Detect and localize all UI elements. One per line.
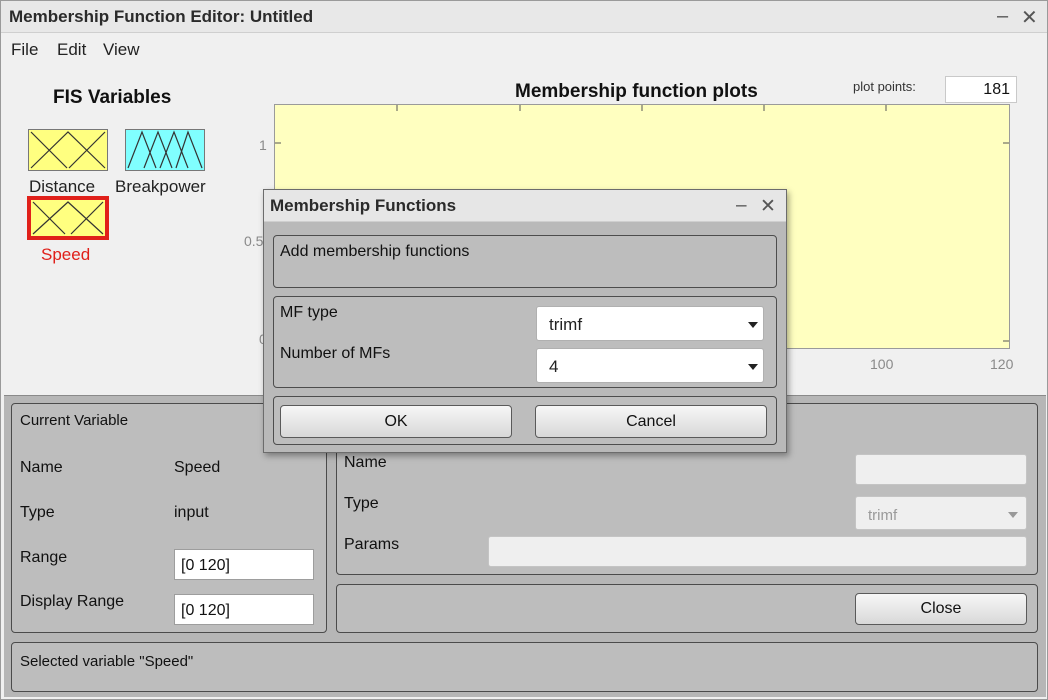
mf-type-label-dialog: MF type: [280, 304, 338, 321]
dialog-instruction: Add membership functions: [280, 243, 470, 260]
variable-breakpower-label[interactable]: Breakpower: [115, 177, 206, 197]
menu-edit[interactable]: Edit: [57, 40, 86, 60]
mf-type-select[interactable]: trimf: [855, 496, 1027, 530]
display-range-label: Display Range: [20, 593, 125, 610]
plot-points-input[interactable]: 181: [945, 76, 1017, 103]
variable-speed-icon[interactable]: [27, 196, 109, 240]
close-group: Close: [336, 584, 1038, 633]
variable-distance-label[interactable]: Distance: [29, 177, 95, 197]
status-text: Selected variable "Speed": [20, 653, 194, 670]
membership-function-editor-window: Membership Function Editor: Untitled – ✕…: [0, 0, 1048, 700]
dialog-instruction-group: Add membership functions: [273, 235, 777, 288]
status-bar: Selected variable "Speed": [11, 642, 1038, 692]
menu-bar: File Edit View: [1, 34, 1047, 64]
params-input[interactable]: [488, 536, 1027, 567]
current-variable-header: Current Variable: [20, 412, 129, 429]
display-range-input[interactable]: [0 120]: [174, 594, 314, 625]
range-input[interactable]: [0 120]: [174, 549, 314, 580]
chevron-down-icon: [748, 322, 758, 328]
dialog-title: Membership Functions: [270, 196, 457, 215]
membership-functions-dialog: Membership Functions – ✕ Add membership …: [263, 189, 787, 453]
variable-distance-icon[interactable]: [28, 129, 108, 171]
x-tick-120: 120: [990, 356, 1014, 372]
dialog-options-group: MF type trimf Number of MFs 4: [273, 296, 777, 388]
menu-view[interactable]: View: [103, 40, 140, 60]
cancel-button[interactable]: Cancel: [535, 405, 767, 438]
close-button[interactable]: Close: [855, 593, 1027, 625]
close-icon[interactable]: ✕: [1021, 5, 1038, 30]
num-mfs-dropdown[interactable]: 4: [536, 348, 764, 383]
mf-name-label: Name: [344, 454, 387, 471]
mf-name-input[interactable]: [855, 454, 1027, 485]
dialog-buttons-group: OK Cancel: [273, 396, 777, 445]
x-tick-100: 100: [870, 356, 894, 372]
minimize-icon[interactable]: –: [997, 5, 1008, 28]
window-title: Membership Function Editor: Untitled: [9, 7, 314, 26]
plot-title: Membership function plots: [515, 81, 758, 102]
name-value: Speed: [174, 459, 221, 476]
plot-points-label: plot points:: [853, 79, 916, 94]
range-label: Range: [20, 549, 68, 566]
name-label: Name: [20, 459, 63, 476]
variable-speed-label[interactable]: Speed: [41, 245, 90, 265]
type-value: input: [174, 504, 209, 521]
y-tick-05: 0.5: [244, 233, 264, 249]
dialog-title-bar: Membership Functions – ✕: [264, 190, 786, 222]
num-mfs-label: Number of MFs: [280, 345, 391, 362]
ok-button[interactable]: OK: [280, 405, 512, 438]
dialog-minimize-icon[interactable]: –: [736, 195, 747, 217]
type-label: Type: [20, 504, 55, 521]
variable-breakpower-icon[interactable]: [125, 129, 205, 171]
mf-type-label: Type: [344, 495, 379, 512]
chevron-down-icon: [748, 364, 758, 370]
title-bar: Membership Function Editor: Untitled – ✕: [1, 1, 1047, 33]
dialog-close-icon[interactable]: ✕: [760, 195, 776, 218]
chevron-down-icon: [1008, 512, 1018, 518]
menu-file[interactable]: File: [11, 40, 38, 60]
params-label: Params: [344, 536, 400, 553]
y-tick-1: 1: [259, 137, 267, 153]
fis-variables-title: FIS Variables: [53, 87, 172, 108]
mf-type-dropdown[interactable]: trimf: [536, 306, 764, 341]
